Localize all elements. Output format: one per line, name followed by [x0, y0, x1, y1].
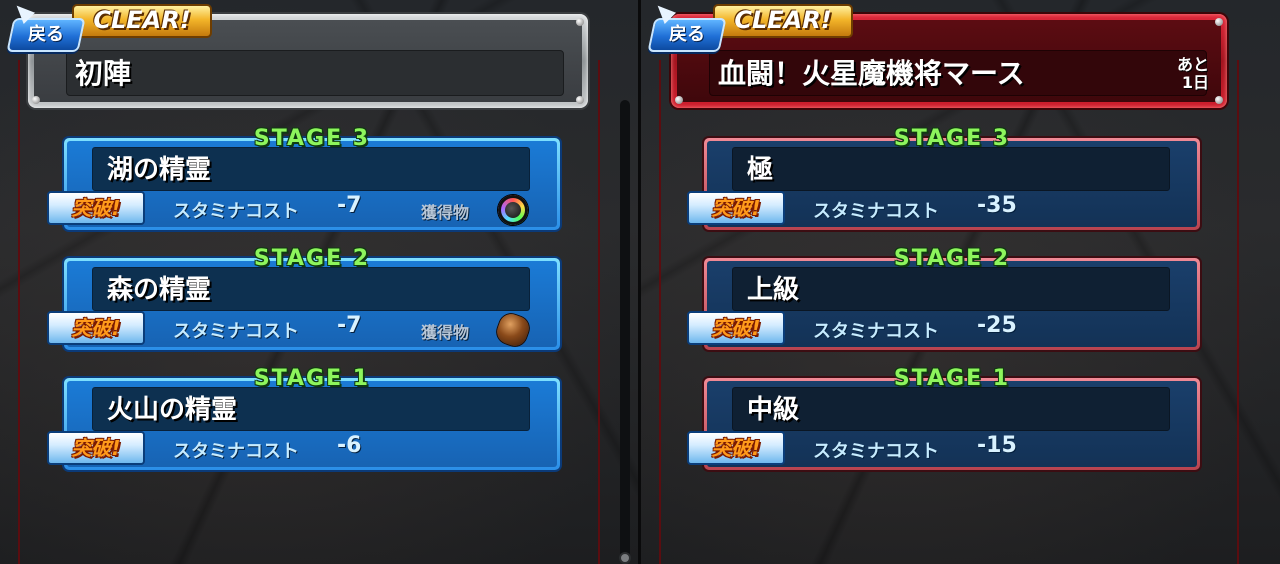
stage-card-body: 中級 スタミナコスト -15 突破!: [687, 381, 1197, 467]
stage-card-frame: 湖の精霊 スタミナコスト -7 獲得物 突破!: [47, 138, 560, 230]
stage-label: STAGE 1: [893, 366, 1011, 391]
rock-orb-icon: [493, 310, 533, 350]
stage-card-body: 火山の精霊 スタミナコスト -6 突破!: [47, 381, 557, 467]
stage-card-frame: 中級 スタミナコスト -15 突破!: [687, 378, 1200, 470]
stamina-value: -6: [337, 433, 362, 458]
stage-card[interactable]: STAGE 2 森の精霊 スタミナコスト -7 獲得物 突破!: [47, 246, 560, 350]
stamina-label: スタミナコスト: [173, 201, 299, 222]
frame-edge: [659, 60, 661, 564]
stage-card-body: 上級 スタミナコスト -25 突破!: [687, 261, 1197, 347]
rivet-icon: [576, 18, 584, 26]
stage-label: STAGE 1: [253, 366, 371, 391]
rivet-icon: [32, 96, 40, 104]
stamina-value: -7: [337, 193, 362, 218]
stage-card[interactable]: STAGE 3 極 スタミナコスト -35 突破!: [687, 126, 1200, 230]
stage-card[interactable]: STAGE 2 上級 スタミナコスト -25 突破!: [687, 246, 1200, 350]
breakthrough-badge: 突破!: [47, 311, 145, 345]
back-button-label: 戻る: [28, 24, 64, 45]
remaining-days-label: あと: [1176, 55, 1209, 74]
rainbow-orb-icon: [498, 195, 528, 225]
frame-edge: [1237, 60, 1239, 564]
stage-card-frame: 極 スタミナコスト -35 突破!: [687, 138, 1200, 230]
stamina-label: スタミナコスト: [173, 441, 299, 462]
clear-badge: CLEAR!: [72, 4, 212, 38]
breakthrough-badge: 突破!: [47, 431, 145, 465]
back-button-label: 戻る: [669, 24, 705, 45]
quest-title: 血闘！火星魔機将マース: [709, 50, 1207, 96]
frame-edge: [18, 60, 20, 564]
stage-name: 森の精霊: [92, 267, 530, 311]
stage-card-body: 極 スタミナコスト -35 突破!: [687, 141, 1197, 227]
loot-label: 獲得物: [421, 203, 470, 222]
stage-name: 湖の精霊: [92, 147, 530, 191]
breakthrough-badge: 突破!: [687, 431, 785, 465]
stamina-value: -7: [337, 313, 362, 338]
breakthrough-badge: 突破!: [687, 311, 785, 345]
scrollbar-track[interactable]: [620, 100, 630, 564]
stage-card-frame: 上級 スタミナコスト -25 突破!: [687, 258, 1200, 350]
frame-edge: [598, 60, 600, 564]
stamina-label: スタミナコスト: [173, 321, 299, 342]
clear-badge: CLEAR!: [713, 4, 853, 38]
scrollbar-thumb[interactable]: [619, 552, 631, 564]
rivet-icon: [675, 96, 683, 104]
stamina-value: -35: [977, 193, 1017, 218]
stage-card-body: 湖の精霊 スタミナコスト -7 獲得物 突破!: [47, 141, 557, 227]
stage-card-frame: 火山の精霊 スタミナコスト -6 突破!: [47, 378, 560, 470]
stage-label: STAGE 3: [893, 126, 1011, 151]
stage-label: STAGE 2: [893, 246, 1011, 271]
breakthrough-badge: 突破!: [47, 191, 145, 225]
stage-card[interactable]: STAGE 1 火山の精霊 スタミナコスト -6 突破!: [47, 366, 560, 470]
stage-label: STAGE 3: [253, 126, 371, 151]
stamina-value: -25: [977, 313, 1017, 338]
stage-name: 上級: [732, 267, 1170, 311]
breakthrough-badge: 突破!: [687, 191, 785, 225]
rivet-icon: [1215, 96, 1223, 104]
rivet-icon: [1215, 18, 1223, 26]
stamina-label: スタミナコスト: [813, 201, 939, 222]
remaining-days-value: 1日: [1181, 73, 1209, 92]
back-button[interactable]: 戻る: [647, 18, 727, 52]
stage-name: 極: [732, 147, 1170, 191]
quest-panel-left: 初陣 CLEAR! 戻る STAGE 3 湖の精霊 スタミナコスト -7 獲得物…: [0, 0, 639, 564]
loot-label: 獲得物: [421, 323, 470, 342]
stamina-label: スタミナコスト: [813, 441, 939, 462]
stamina-label: スタミナコスト: [813, 321, 939, 342]
stage-label: STAGE 2: [253, 246, 371, 271]
back-button[interactable]: 戻る: [6, 18, 86, 52]
stage-card[interactable]: STAGE 3 湖の精霊 スタミナコスト -7 獲得物 突破!: [47, 126, 560, 230]
remaining-days: あと 1日: [1177, 56, 1209, 92]
stage-card[interactable]: STAGE 1 中級 スタミナコスト -15 突破!: [687, 366, 1200, 470]
stage-name: 火山の精霊: [92, 387, 530, 431]
stage-card-frame: 森の精霊 スタミナコスト -7 獲得物 突破!: [47, 258, 560, 350]
stage-card-body: 森の精霊 スタミナコスト -7 獲得物 突破!: [47, 261, 557, 350]
stamina-value: -15: [977, 433, 1017, 458]
quest-panel-right: 血闘！火星魔機将マース あと 1日 CLEAR! 戻る STAGE 3 極 スタ…: [641, 0, 1280, 564]
stage-name: 中級: [732, 387, 1170, 431]
quest-title: 初陣: [66, 50, 564, 96]
rivet-icon: [576, 96, 584, 104]
